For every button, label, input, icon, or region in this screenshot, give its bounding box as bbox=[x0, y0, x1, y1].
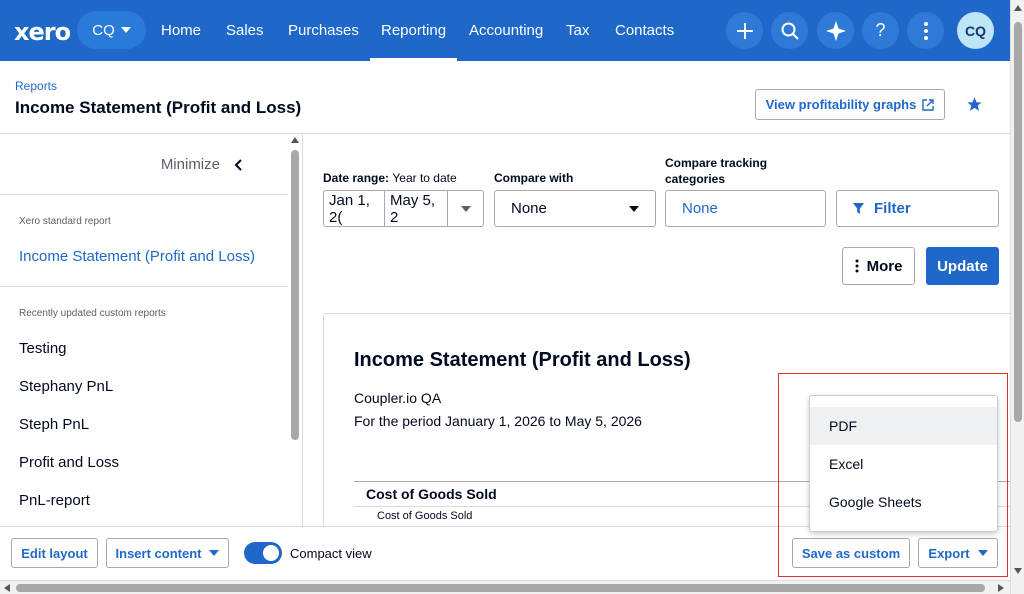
filter-label: Filter bbox=[874, 200, 911, 217]
minimize-label: Minimize bbox=[160, 156, 220, 173]
scroll-up-icon[interactable] bbox=[291, 137, 299, 143]
date-range-label-text: Date range: bbox=[323, 171, 390, 185]
page-title: Income Statement (Profit and Loss) bbox=[15, 98, 302, 117]
more-vertical-icon[interactable] bbox=[907, 12, 944, 49]
compare-with-label: Compare with bbox=[494, 171, 574, 185]
nav-home[interactable]: Home bbox=[161, 0, 201, 61]
custom-report-item[interactable]: Steph PnL bbox=[19, 416, 89, 433]
filter-button[interactable]: Filter bbox=[836, 190, 999, 227]
tracking-label: Compare tracking categories bbox=[665, 156, 768, 186]
standard-report-link[interactable]: Income Statement (Profit and Loss) bbox=[19, 248, 255, 265]
search-icon[interactable] bbox=[771, 12, 808, 49]
custom-report-item[interactable]: Testing bbox=[19, 340, 67, 357]
graphs-button-label: View profitability graphs bbox=[765, 97, 917, 112]
compact-view-label: Compact view bbox=[290, 546, 372, 561]
breadcrumb[interactable]: Reports bbox=[15, 79, 57, 93]
page-header: Reports Income Statement (Profit and Los… bbox=[0, 61, 1010, 134]
custom-report-item[interactable]: Profit and Loss bbox=[19, 454, 119, 471]
top-nav: xero CQ Home Sales Purchases Reporting A… bbox=[0, 0, 1010, 61]
vertical-scroll-thumb[interactable] bbox=[1014, 22, 1022, 422]
edit-layout-button[interactable]: Edit layout bbox=[11, 538, 98, 568]
report-organisation: Coupler.io QA bbox=[354, 390, 442, 406]
date-range-label: Date range: Year to date bbox=[323, 171, 457, 185]
compact-view-toggle[interactable] bbox=[244, 542, 282, 564]
update-button[interactable]: Update bbox=[926, 247, 999, 285]
more-vertical-icon bbox=[855, 259, 859, 273]
nav-accounting[interactable]: Accounting bbox=[469, 0, 543, 61]
view-profitability-graphs-button[interactable]: View profitability graphs bbox=[755, 89, 945, 120]
external-link-icon bbox=[922, 98, 935, 111]
compare-with-value: None bbox=[511, 200, 547, 217]
chevron-left-icon bbox=[234, 158, 242, 171]
report-row-label[interactable]: Cost of Goods Sold bbox=[377, 510, 472, 522]
highlight-box bbox=[778, 373, 1008, 577]
star-icon[interactable] bbox=[966, 96, 983, 113]
minimize-button[interactable]: Minimize bbox=[161, 156, 242, 173]
standard-report-label: Xero standard report bbox=[19, 216, 111, 227]
nav-reporting[interactable]: Reporting bbox=[369, 0, 458, 61]
divider bbox=[0, 286, 288, 287]
sidebar-scroll-thumb[interactable] bbox=[291, 150, 299, 440]
org-switcher[interactable]: CQ bbox=[77, 11, 146, 49]
nav-tax[interactable]: Tax bbox=[566, 0, 589, 61]
page-vertical-scrollbar[interactable] bbox=[1010, 0, 1024, 594]
xero-logo[interactable]: xero bbox=[14, 18, 71, 46]
scroll-right-icon[interactable] bbox=[998, 584, 1004, 592]
date-to-value: May 5, 2 bbox=[390, 191, 436, 226]
report-sidebar: Minimize Xero standard report Income Sta… bbox=[0, 134, 303, 526]
caret-down-icon bbox=[120, 27, 131, 33]
date-range-value: Year to date bbox=[392, 171, 457, 185]
more-button[interactable]: More bbox=[842, 247, 915, 285]
sidebar-scrollbar[interactable] bbox=[289, 134, 302, 526]
scroll-down-icon[interactable] bbox=[1014, 568, 1022, 574]
tracking-select[interactable]: None bbox=[665, 190, 826, 227]
page-horizontal-scrollbar[interactable] bbox=[0, 580, 1010, 594]
divider bbox=[0, 194, 288, 195]
org-label: CQ bbox=[92, 21, 115, 39]
custom-report-item[interactable]: Stephany PnL bbox=[19, 378, 113, 395]
more-label: More bbox=[866, 257, 903, 275]
custom-reports-label: Recently updated custom reports bbox=[19, 308, 166, 319]
scroll-up-icon[interactable] bbox=[1014, 5, 1022, 11]
date-to-input[interactable]: May 5, 2 bbox=[384, 190, 448, 227]
caret-down-icon bbox=[209, 550, 220, 556]
caret-down-icon bbox=[629, 205, 639, 212]
insert-content-label: Insert content bbox=[115, 545, 202, 561]
help-icon[interactable]: ? bbox=[862, 12, 899, 49]
report-title: Income Statement (Profit and Loss) bbox=[354, 349, 691, 371]
caret-down-icon bbox=[460, 205, 471, 212]
report-period: For the period January 1, 2026 to May 5,… bbox=[354, 413, 642, 429]
date-from-input[interactable]: Jan 1, 2( bbox=[323, 190, 385, 227]
plus-icon[interactable] bbox=[726, 12, 763, 49]
nav-contacts[interactable]: Contacts bbox=[615, 0, 674, 61]
avatar[interactable]: CQ bbox=[957, 12, 994, 49]
scroll-left-icon[interactable] bbox=[4, 584, 10, 592]
tracking-value: None bbox=[682, 200, 718, 217]
nav-purchases[interactable]: Purchases bbox=[288, 0, 359, 61]
insert-content-button[interactable]: Insert content bbox=[106, 538, 229, 568]
custom-report-item[interactable]: PnL-report bbox=[19, 492, 90, 509]
nav-sales[interactable]: Sales bbox=[226, 0, 264, 61]
horizontal-scroll-thumb[interactable] bbox=[16, 584, 985, 592]
ai-sparkle-icon[interactable] bbox=[817, 12, 854, 49]
date-range-dropdown[interactable] bbox=[447, 190, 484, 227]
compare-with-select[interactable]: None bbox=[494, 190, 656, 227]
filter-icon bbox=[853, 203, 864, 214]
date-from-value: Jan 1, 2( bbox=[329, 191, 370, 226]
